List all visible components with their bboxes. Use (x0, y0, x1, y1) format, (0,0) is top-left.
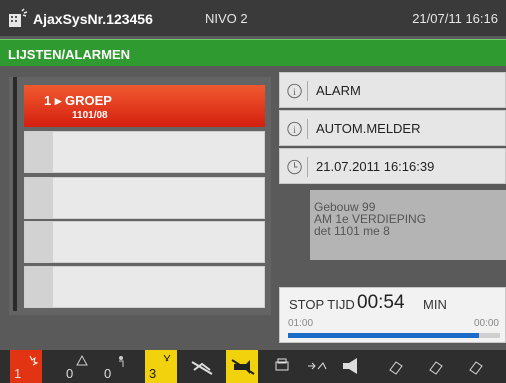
list-item[interactable] (24, 177, 265, 219)
list-item-selected[interactable]: 1 ▸ GROEP 1101/08 (24, 85, 265, 127)
horn-icon[interactable] (335, 350, 367, 383)
key-lock-icon-3[interactable] (460, 350, 492, 383)
key-lock-icon-1[interactable] (380, 350, 412, 383)
access-level: NIVO 2 (205, 11, 248, 26)
svg-text:i: i (293, 87, 296, 98)
detail-source: i AUTOM.MELDER (279, 110, 506, 146)
list-item[interactable] (24, 266, 265, 308)
test-counter[interactable]: 3 (145, 350, 177, 383)
list-item-subtitle: 1101/08 (72, 110, 108, 121)
list-item[interactable] (24, 131, 265, 173)
list-item[interactable] (24, 221, 265, 263)
section-title: LIJSTEN/ALARMEN (0, 39, 506, 66)
datetime: 21/07/11 16:16 (412, 11, 498, 26)
info-icon: i (287, 119, 308, 139)
printer-icon[interactable] (266, 350, 298, 383)
location-text: Gebouw 99 AM 1e VERDIEPING det 1101 me 8 (310, 190, 506, 260)
siren-off-icon[interactable] (226, 350, 258, 383)
building-signal-icon (9, 8, 28, 27)
disabled-counter[interactable]: 0 (100, 350, 132, 383)
stop-timer: STOP TIJD 00:54 MIN 01:00 00:00 (279, 287, 506, 343)
transfer-icon[interactable] (300, 350, 332, 383)
list-item-title: 1 ▸ GROEP (44, 93, 112, 108)
detail-time: 21.07.2011 16:16:39 (279, 148, 506, 184)
title-bar: AjaxSysNr.123456 NIVO 2 21/07/11 16:16 (0, 0, 506, 36)
stop-progress-bar (288, 333, 500, 338)
mute-icon[interactable] (186, 350, 218, 383)
key-lock-icon-2[interactable] (420, 350, 452, 383)
fire-alarm-counter[interactable]: 1 (10, 350, 42, 383)
stop-time-value: 00:54 (357, 292, 405, 313)
fault-counter[interactable]: 0 (62, 350, 94, 383)
list-scrollbar[interactable] (13, 77, 17, 311)
detail-type: i ALARM (279, 72, 506, 108)
info-icon: i (287, 81, 308, 101)
svg-text:i: i (293, 125, 296, 136)
system-number: AjaxSysNr.123456 (33, 11, 153, 27)
clock-icon (287, 157, 308, 177)
